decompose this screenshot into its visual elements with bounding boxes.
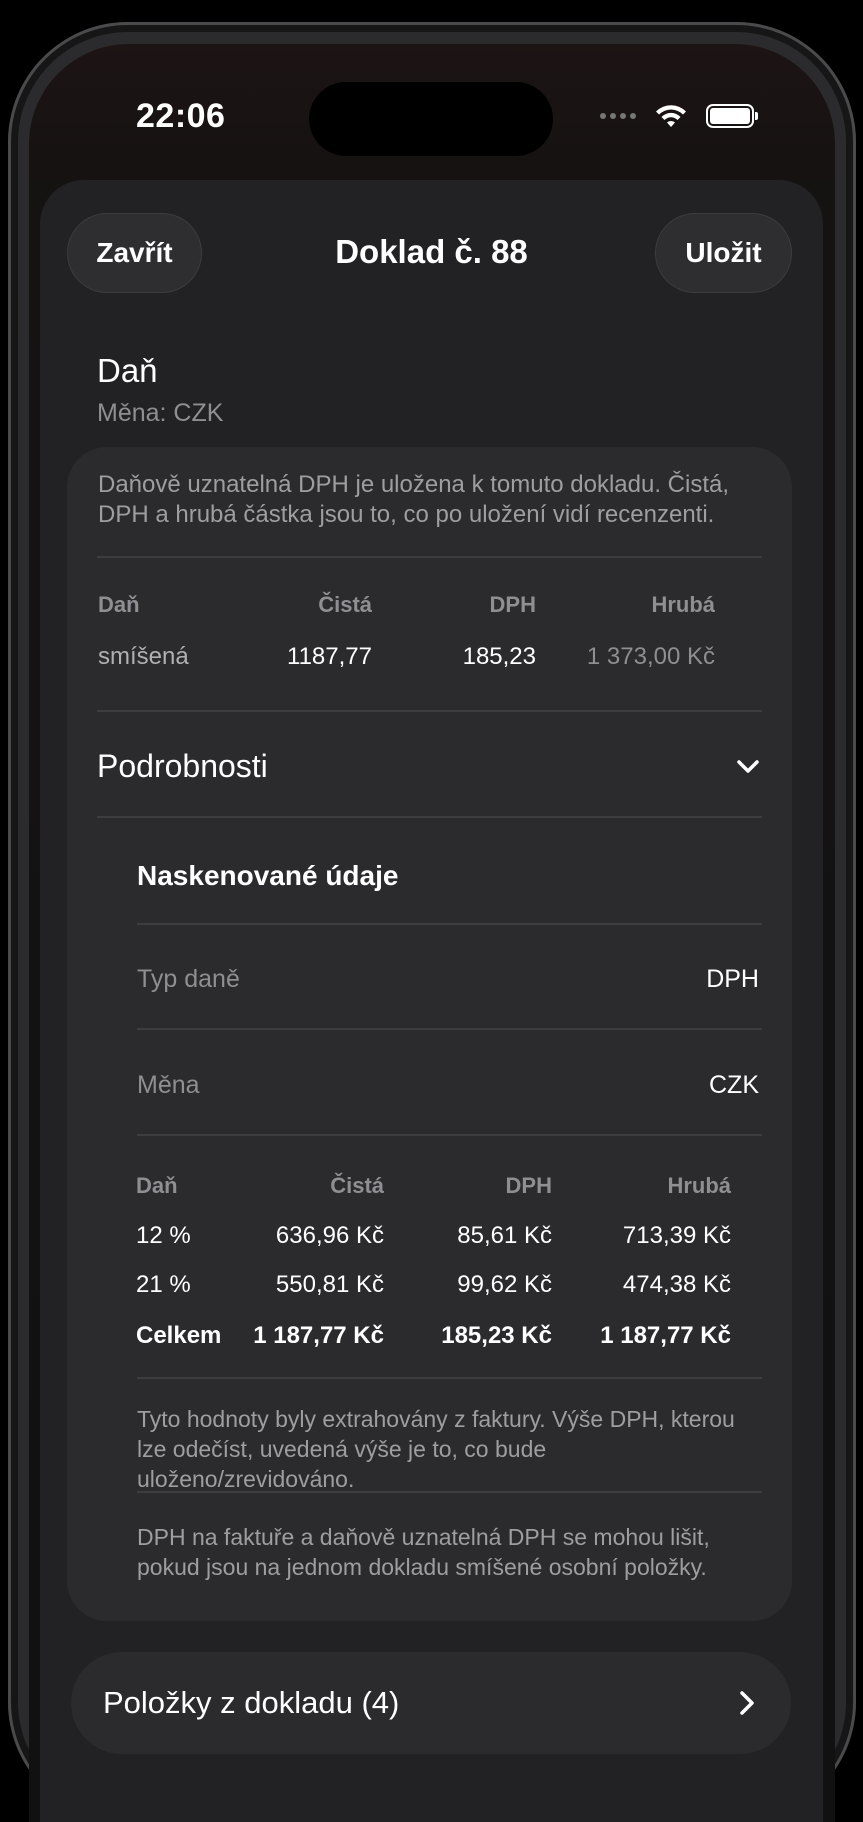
receipt-items-button[interactable]: Položky z dokladu (4) [71, 1652, 791, 1754]
header-gross: Hrubá [651, 592, 715, 617]
extraction-note: Tyto hodnoty byly extrahovány z faktury.… [137, 1406, 735, 1492]
wifi-icon [656, 105, 686, 127]
header-vat: DPH [489, 592, 536, 617]
cell-vat: 85,61 Kč [457, 1222, 552, 1249]
tax-type-value: DPH [706, 965, 759, 993]
header-tax: Daň [136, 1173, 178, 1198]
tax-type-label: Typ daně [137, 965, 240, 993]
cell-rate: 21 % [136, 1271, 191, 1298]
status-time: 22:06 [136, 97, 226, 135]
cell-vat: 99,62 Kč [457, 1271, 552, 1298]
cell-gross: 1 373,00 Kč [586, 643, 715, 670]
cell-tax: smíšená [98, 643, 189, 670]
divider [137, 1028, 762, 1030]
details-toggle[interactable]: Podrobnosti [97, 748, 762, 785]
cell-net: 1187,77 [287, 643, 372, 670]
tax-intro-text: Daňově uznatelná DPH je uložena k tomuto… [98, 471, 730, 528]
tax-type-row: Typ daně DPH [137, 965, 759, 994]
status-icons [600, 103, 758, 129]
battery-icon [706, 104, 758, 128]
signal-icon [600, 113, 636, 119]
header-net: Čistá [330, 1173, 384, 1198]
receipt-items-label: Položky z dokladu (4) [103, 1685, 400, 1720]
divider [97, 816, 762, 818]
currency-line: Měna: CZK [97, 399, 224, 427]
divider [137, 923, 762, 925]
cell-vat: 185,23 [462, 643, 536, 670]
cell-net: 636,96 Kč [275, 1222, 384, 1249]
header-vat: DPH [505, 1173, 552, 1198]
tax-section-title: Daň [97, 352, 158, 389]
scanned-data-title: Naskenované údaje [137, 860, 399, 891]
divider [97, 710, 762, 712]
details-label: Podrobnosti [97, 748, 268, 784]
divider [137, 1491, 762, 1493]
cell-rate: 12 % [136, 1222, 191, 1249]
header-gross: Hrubá [667, 1173, 731, 1198]
cell-gross: 474,38 Kč [622, 1271, 731, 1298]
divider [137, 1134, 762, 1136]
cell-net: 1 187,77 Kč [253, 1322, 384, 1349]
divider [137, 1377, 762, 1379]
cell-net: 550,81 Kč [275, 1271, 384, 1298]
header-net: Čistá [318, 592, 372, 617]
chevron-right-icon [740, 1691, 754, 1715]
chevron-down-icon [737, 759, 759, 773]
currency-value: CZK [709, 1071, 759, 1099]
cell-vat: 185,23 Kč [441, 1322, 552, 1349]
cell-gross: 1 187,77 Kč [600, 1322, 731, 1349]
save-button[interactable]: Uložit [655, 213, 792, 293]
mixed-items-note: DPH na faktuře a daňově uznatelná DPH se… [137, 1524, 710, 1580]
header-tax: Daň [98, 592, 140, 617]
cell-gross: 713,39 Kč [622, 1222, 731, 1249]
cell-total-label: Celkem [136, 1322, 222, 1349]
currency-label: Měna [137, 1071, 200, 1099]
divider [97, 556, 762, 558]
currency-row: Měna CZK [137, 1071, 759, 1100]
dynamic-island [309, 82, 553, 156]
